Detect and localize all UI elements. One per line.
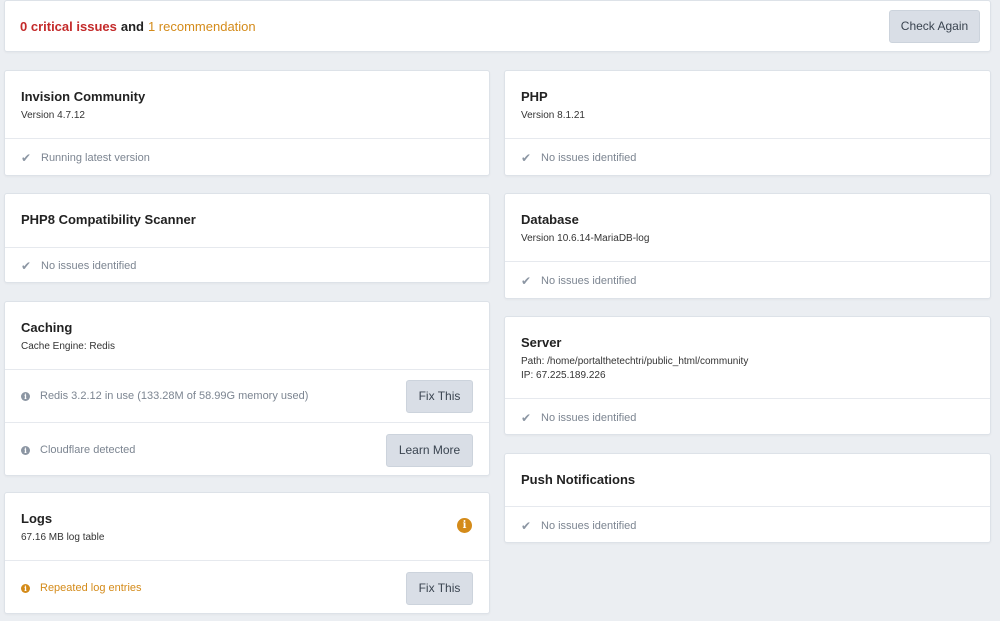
card-title: Database — [521, 212, 579, 227]
check-again-button[interactable]: Check Again — [889, 9, 980, 43]
status-row: ✔ No issues identified — [505, 398, 990, 434]
status-text: No issues identified — [41, 260, 137, 272]
info-circle-icon: i — [21, 391, 30, 401]
status-row: ✔ No issues identified — [505, 138, 990, 175]
server-path: Path: /home/portalthetechtri/public_html… — [521, 356, 749, 367]
cloudflare-row: i Cloudflare detected Learn More — [5, 422, 489, 475]
fix-logs-button[interactable]: Fix This — [406, 571, 473, 605]
card-server: Server Path: /home/portalthetechtri/publ… — [504, 316, 991, 435]
checkmark-icon: ✔ — [21, 151, 32, 165]
card-title: Push Notifications — [521, 472, 636, 487]
log-table-size: 67.16 MB log table — [21, 532, 105, 543]
card-caching: Caching Cache Engine: Redis i Redis 3.2.… — [4, 301, 490, 476]
status-row: ✔ Running latest version — [5, 138, 489, 175]
summary-and: and — [120, 18, 144, 34]
summary-bar: 0 critical issues and 1 recommendation Che… — [4, 0, 991, 52]
card-title: Logs — [21, 511, 53, 526]
card-version: Version 4.7.12 — [21, 110, 85, 121]
learn-more-button[interactable]: Learn More — [386, 433, 473, 467]
checkmark-icon: ✔ — [521, 410, 532, 425]
redis-status-text: Redis 3.2.12 in use (133.28M of 58.99G m… — [40, 390, 309, 402]
card-title: Caching — [21, 320, 73, 335]
card-title: Invision Community — [21, 89, 146, 104]
status-text: No issues identified — [541, 152, 637, 164]
checkmark-icon: ✔ — [521, 518, 532, 533]
recommendation-count[interactable]: 1 recommendation — [148, 19, 256, 34]
status-text: Running latest version — [41, 152, 150, 164]
status-row: i Repeated log entries Fix This — [5, 560, 489, 613]
warning-info-icon: i — [457, 518, 472, 533]
card-logs: Logs 67.16 MB log table i i Repeated log… — [4, 492, 490, 614]
card-title: PHP — [521, 89, 548, 104]
card-invision-community: Invision Community Version 4.7.12 ✔ Runn… — [4, 70, 490, 176]
info-circle-icon: i — [21, 445, 30, 455]
status-row: ✔ No issues identified — [505, 261, 990, 298]
status-text: No issues identified — [541, 519, 637, 532]
status-text: Repeated log entries — [40, 582, 142, 594]
card-version: Version 10.6.14-MariaDB-log — [521, 233, 650, 244]
status-text: No issues identified — [541, 411, 637, 424]
server-ip: IP: 67.225.189.226 — [521, 370, 606, 381]
card-title: PHP8 Compatibility Scanner — [21, 212, 196, 227]
status-text: No issues identified — [541, 275, 637, 287]
card-php: PHP Version 8.1.21 ✔ No issues identifie… — [504, 70, 991, 176]
info-circle-icon: i — [21, 583, 30, 593]
card-database: Database Version 10.6.14-MariaDB-log ✔ N… — [504, 193, 991, 299]
card-title: Server — [521, 335, 562, 350]
checkmark-icon: ✔ — [521, 151, 532, 165]
card-push-notifications: Push Notifications ✔ No issues identifie… — [504, 453, 991, 543]
status-row: ✔ No issues identified — [505, 506, 990, 542]
redis-row: i Redis 3.2.12 in use (133.28M of 58.99G… — [5, 369, 489, 422]
card-php8-compatibility: PHP8 Compatibility Scanner ✔ No issues i… — [4, 193, 490, 283]
checkmark-icon: ✔ — [521, 274, 532, 288]
fix-redis-button[interactable]: Fix This — [406, 379, 473, 413]
status-row: ✔ No issues identified — [5, 247, 489, 282]
cloudflare-status-text: Cloudflare detected — [40, 444, 136, 456]
card-version: Version 8.1.21 — [521, 110, 585, 121]
checkmark-icon: ✔ — [21, 259, 32, 273]
summary-text: 0 critical issues and 1 recommendation — [20, 19, 256, 34]
critical-issues-count: 0 critical issues — [20, 18, 117, 34]
cache-engine: Cache Engine: Redis — [21, 341, 115, 352]
